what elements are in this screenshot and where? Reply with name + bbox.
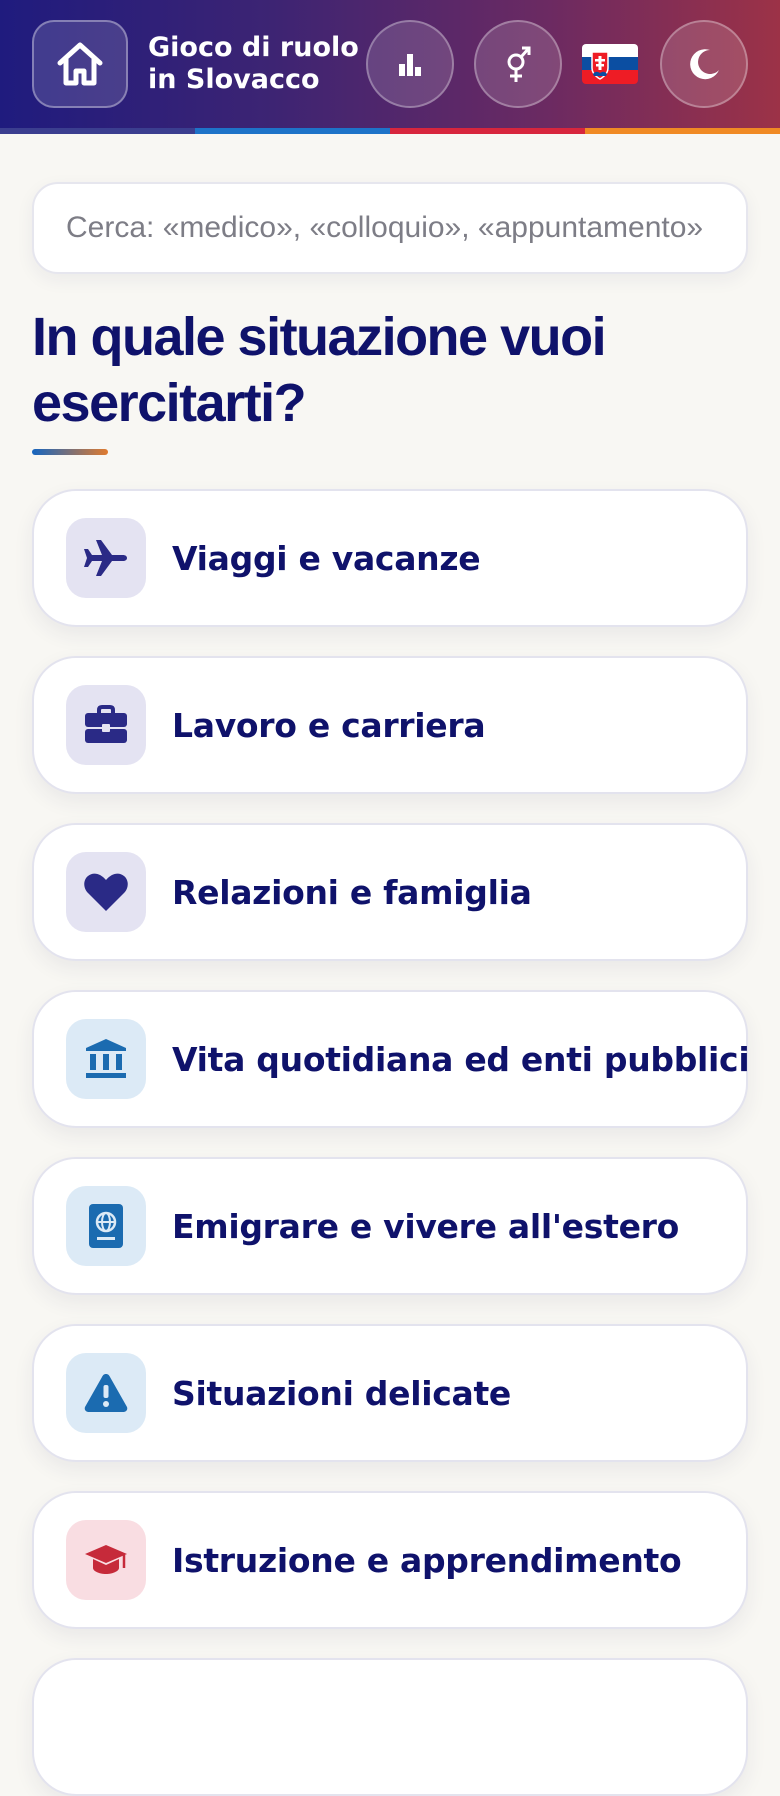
- briefcase-icon: [85, 705, 127, 743]
- app-title-line2: in Slovacco: [148, 64, 320, 95]
- category-icon-wrapper: [66, 852, 146, 932]
- category-icon-wrapper: [66, 685, 146, 765]
- title-underline: [32, 449, 108, 455]
- stats-button[interactable]: [366, 20, 454, 108]
- header-color-stripe: [0, 128, 780, 134]
- category-card-relations[interactable]: Relazioni e famiglia: [32, 823, 748, 961]
- app-header: Gioco di ruolo in Slovacco: [0, 0, 780, 128]
- airplane-icon: [84, 540, 127, 576]
- bar-chart-icon: [399, 54, 421, 76]
- category-card-emigrate[interactable]: Emigrare e vivere all'estero: [32, 1157, 748, 1295]
- category-label: Lavoro e carriera: [172, 705, 486, 745]
- category-label: Vita quotidiana ed enti pubblici: [172, 1039, 750, 1079]
- category-card-sensitive[interactable]: Situazioni delicate: [32, 1324, 748, 1462]
- category-label: Viaggi e vacanze: [172, 538, 481, 578]
- category-card-partial[interactable]: [32, 1658, 748, 1796]
- gender-button[interactable]: [474, 20, 562, 108]
- home-icon: [57, 42, 103, 86]
- gender-icon: [507, 46, 531, 82]
- passport-icon: [89, 1204, 123, 1248]
- slovakia-flag-icon: [582, 44, 638, 84]
- warning-icon: [84, 1374, 128, 1412]
- category-icon-wrapper: [66, 518, 146, 598]
- search-input[interactable]: [66, 211, 714, 245]
- theme-toggle-button[interactable]: [660, 20, 748, 108]
- category-card-daily-life[interactable]: Vita quotidiana ed enti pubblici: [32, 990, 750, 1128]
- category-icon-wrapper: [66, 1019, 146, 1099]
- category-card-travel[interactable]: Viaggi e vacanze: [32, 489, 748, 627]
- government-building-icon: [86, 1039, 126, 1078]
- category-label: Situazioni delicate: [172, 1373, 512, 1413]
- category-label: Relazioni e famiglia: [172, 872, 532, 912]
- language-flag-button[interactable]: [582, 44, 638, 84]
- category-label: Istruzione e apprendimento: [172, 1540, 682, 1580]
- category-icon-wrapper: [66, 1520, 146, 1600]
- category-card-work[interactable]: Lavoro e carriera: [32, 656, 748, 794]
- category-card-education[interactable]: Istruzione e apprendimento: [32, 1491, 748, 1629]
- category-icon-wrapper: [66, 1186, 146, 1266]
- graduation-cap-icon: [85, 1545, 127, 1574]
- page-title: In quale situazione vuoi esercitarti?: [32, 307, 607, 433]
- moon-icon: [690, 49, 719, 80]
- category-icon-wrapper: [66, 1353, 146, 1433]
- heart-icon: [84, 873, 128, 911]
- home-button[interactable]: [32, 20, 128, 108]
- search-box[interactable]: [32, 182, 748, 274]
- app-title-line1: Gioco di ruolo: [148, 32, 359, 63]
- category-label: Emigrare e vivere all'estero: [172, 1206, 679, 1246]
- app-title: Gioco di ruolo in Slovacco: [148, 32, 359, 96]
